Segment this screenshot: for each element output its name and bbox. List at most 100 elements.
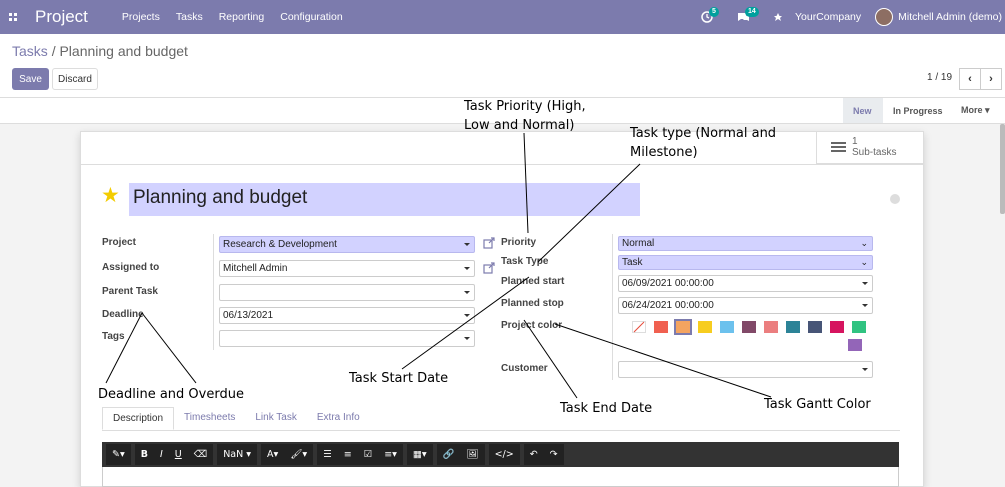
chevron-down-icon: ⌄ bbox=[860, 238, 868, 248]
annotation-priority: Task Priority (High, Low and Normal) bbox=[464, 97, 586, 135]
tab-description[interactable]: Description bbox=[102, 407, 175, 430]
font-size-dropdown[interactable]: NaN ▾ bbox=[217, 444, 257, 465]
color-swatch[interactable] bbox=[698, 321, 712, 333]
color-swatch[interactable] bbox=[764, 321, 778, 333]
priority-select[interactable]: Normal ⌄ bbox=[618, 236, 873, 251]
bold-button[interactable]: B bbox=[135, 444, 154, 465]
external-link-icon[interactable] bbox=[483, 262, 495, 274]
task-type-select[interactable]: Task ⌄ bbox=[618, 255, 873, 270]
color-swatch-selected[interactable] bbox=[674, 319, 692, 335]
link-icon[interactable]: 🔗 bbox=[437, 444, 461, 465]
assigned-to-select[interactable]: Mitchell Admin bbox=[219, 260, 475, 277]
scrollbar[interactable] bbox=[1000, 124, 1005, 214]
ordered-list-icon[interactable]: ≡ bbox=[338, 444, 358, 465]
priority-label: Priority bbox=[501, 237, 537, 248]
menu-configuration[interactable]: Configuration bbox=[280, 11, 342, 23]
planned-start-value: 06/09/2021 00:00:00 bbox=[622, 278, 714, 289]
planned-start-input[interactable]: 06/09/2021 00:00:00 bbox=[618, 275, 873, 292]
no-color-swatch[interactable] bbox=[632, 321, 646, 333]
underline-button[interactable]: U bbox=[169, 444, 188, 465]
user-menu[interactable]: Mitchell Admin (demo) bbox=[875, 0, 1002, 34]
color-swatch[interactable] bbox=[808, 321, 822, 333]
breadcrumb-tasks[interactable]: Tasks bbox=[12, 43, 48, 59]
customer-select[interactable] bbox=[618, 361, 873, 378]
planned-stop-input[interactable]: 06/24/2021 00:00:00 bbox=[618, 297, 873, 314]
top-navbar: Project Projects Tasks Reporting Configu… bbox=[0, 0, 1005, 34]
deadline-value: 06/13/2021 bbox=[223, 310, 274, 321]
pager-next-button[interactable]: › bbox=[980, 68, 1002, 90]
color-swatch[interactable] bbox=[848, 339, 862, 351]
annotation-gantt-color: Task Gantt Color bbox=[764, 397, 871, 412]
annotation-end-date: Task End Date bbox=[560, 401, 653, 416]
checklist-icon[interactable]: ☑ bbox=[358, 444, 379, 465]
color-swatch[interactable] bbox=[720, 321, 734, 333]
tab-extra-info[interactable]: Extra Info bbox=[307, 407, 370, 430]
pager-previous-button[interactable]: ‹ bbox=[959, 68, 981, 90]
color-swatch[interactable] bbox=[852, 321, 866, 333]
task-type-label: Task Type bbox=[501, 256, 549, 267]
font-color-icon[interactable]: A▾ bbox=[261, 444, 284, 465]
activity-icon[interactable]: 5 bbox=[701, 0, 737, 34]
customer-label: Customer bbox=[501, 363, 548, 374]
apps-menu-icon[interactable] bbox=[0, 0, 26, 34]
save-button[interactable]: Save bbox=[12, 68, 49, 90]
chevron-down-icon: ⌄ bbox=[860, 257, 868, 267]
debug-bug-icon[interactable] bbox=[773, 0, 795, 34]
menu-projects[interactable]: Projects bbox=[122, 11, 160, 23]
stage-new[interactable]: New bbox=[843, 98, 883, 123]
image-icon[interactable]: 🖼 bbox=[461, 444, 485, 465]
messages-icon[interactable]: 14 bbox=[737, 0, 773, 34]
project-value: Research & Development bbox=[223, 239, 337, 250]
annotation-type-line1: Task type (Normal and bbox=[630, 126, 777, 141]
breadcrumb-current: Planning and budget bbox=[59, 43, 188, 59]
task-title-input[interactable]: Planning and budget bbox=[129, 183, 640, 216]
italic-button[interactable]: I bbox=[154, 444, 169, 465]
priority-star-icon[interactable]: ★ bbox=[101, 183, 120, 208]
company-switcher[interactable]: YourCompany bbox=[795, 0, 861, 34]
discard-button[interactable]: Discard bbox=[52, 68, 98, 90]
tab-link-task[interactable]: Link Task bbox=[245, 407, 307, 430]
color-picker bbox=[628, 318, 872, 354]
deadline-date-input[interactable]: 06/13/2021 bbox=[219, 307, 475, 324]
annotation-start-date: Task Start Date bbox=[349, 371, 449, 386]
deadline-label: Deadline bbox=[102, 309, 144, 320]
color-swatch[interactable] bbox=[654, 321, 668, 333]
eraser-icon[interactable]: ⌫ bbox=[188, 444, 213, 465]
tags-input[interactable] bbox=[219, 330, 475, 347]
annotation-deadline: Deadline and Overdue bbox=[98, 387, 244, 402]
stage-more-dropdown[interactable]: More ▾ bbox=[952, 98, 1002, 123]
unordered-list-icon[interactable]: ☰ bbox=[317, 444, 338, 465]
subtasks-smart-button[interactable]: 1 Sub-tasks bbox=[816, 131, 924, 164]
color-swatch[interactable] bbox=[786, 321, 800, 333]
top-menu: Projects Tasks Reporting Configuration bbox=[122, 11, 343, 23]
tasks-list-icon bbox=[831, 142, 846, 152]
tags-label: Tags bbox=[102, 331, 125, 342]
table-icon[interactable]: ▦▾ bbox=[407, 444, 433, 465]
app-name[interactable]: Project bbox=[35, 7, 88, 27]
description-editor[interactable] bbox=[102, 467, 899, 487]
external-link-icon[interactable] bbox=[483, 237, 495, 249]
menu-tasks[interactable]: Tasks bbox=[176, 11, 203, 23]
color-swatch[interactable] bbox=[830, 321, 844, 333]
menu-reporting[interactable]: Reporting bbox=[219, 11, 265, 23]
kanban-state-indicator[interactable] bbox=[890, 194, 900, 204]
color-swatch[interactable] bbox=[742, 321, 756, 333]
chevron-right-icon: › bbox=[989, 73, 993, 85]
paragraph-align-icon[interactable]: ≡▾ bbox=[378, 444, 403, 465]
button-box-divider bbox=[80, 164, 924, 165]
left-label-separator bbox=[213, 234, 214, 350]
pager-value[interactable]: 1 / 19 bbox=[927, 72, 952, 83]
background-color-icon[interactable]: 🖌▾ bbox=[284, 444, 313, 465]
activity-count-badge: 5 bbox=[708, 7, 719, 17]
style-dropdown-icon[interactable]: ✎▾ bbox=[106, 444, 131, 465]
code-view-icon[interactable]: </> bbox=[489, 444, 520, 465]
undo-icon[interactable]: ↶ bbox=[524, 444, 544, 465]
redo-icon[interactable]: ↷ bbox=[544, 444, 564, 465]
stage-in-progress[interactable]: In Progress bbox=[885, 98, 950, 123]
parent-task-select[interactable] bbox=[219, 284, 475, 301]
tab-timesheets[interactable]: Timesheets bbox=[174, 407, 245, 430]
breadcrumb-separator: / bbox=[51, 43, 56, 59]
assigned-to-value: Mitchell Admin bbox=[223, 263, 288, 274]
project-select[interactable]: Research & Development bbox=[219, 236, 475, 253]
project-label: Project bbox=[102, 237, 136, 248]
